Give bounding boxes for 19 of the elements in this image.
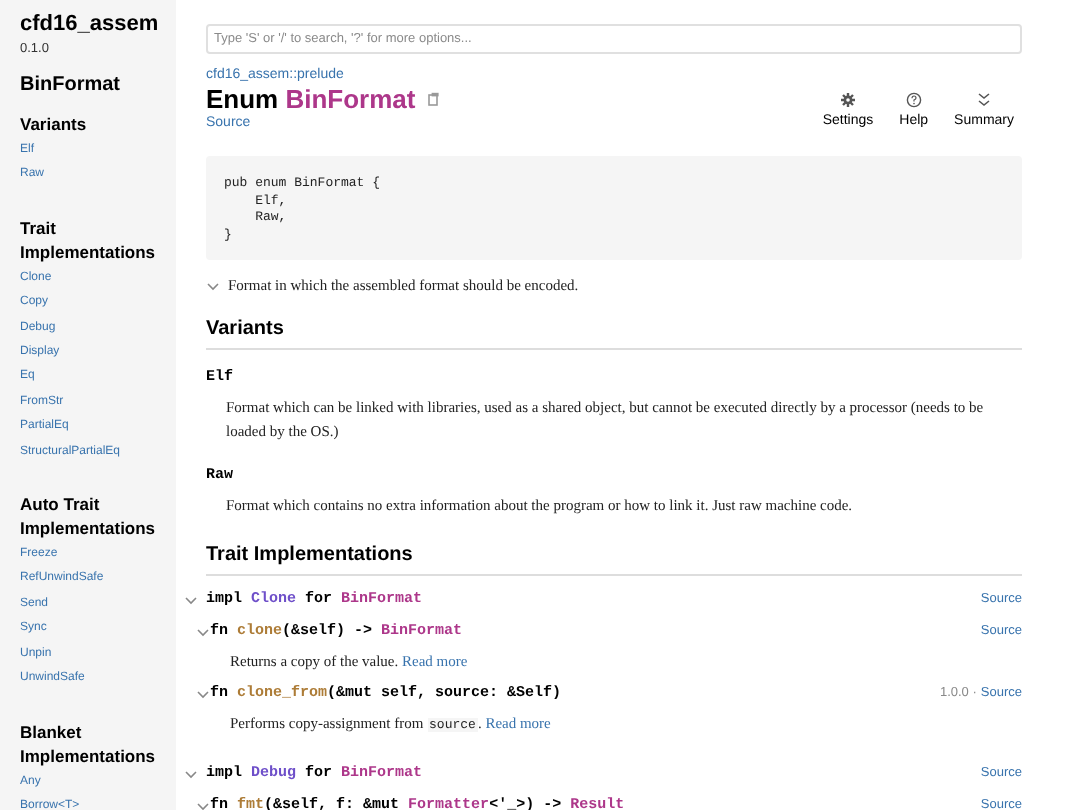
sidebar-heading[interactable]: Auto Trait Implementations <box>20 492 156 541</box>
chevron-down-icon[interactable] <box>196 626 210 638</box>
section-heading: Variants <box>206 316 1022 350</box>
page-title: Enum BinFormat <box>206 84 416 114</box>
copy-icon[interactable] <box>427 92 440 106</box>
double-chevron-icon <box>976 92 993 108</box>
section-heading: Trait Implementations <box>206 542 1022 576</box>
sidebar-heading[interactable]: Blanket Implementations <box>20 719 156 767</box>
help-icon <box>905 92 922 108</box>
chevron-down-icon[interactable] <box>184 594 198 606</box>
sidebar-heading[interactable]: Trait Implementations <box>20 215 156 264</box>
chevron-down-icon[interactable] <box>196 688 210 700</box>
sidebar-heading[interactable]: Variants <box>20 112 156 136</box>
chevron-down-icon[interactable] <box>196 800 210 810</box>
crate-name[interactable]: cfd16_assem <box>20 12 156 38</box>
chevron-down-icon[interactable] <box>184 768 198 780</box>
sidebar-title[interactable]: BinFormat <box>20 72 156 98</box>
gear-icon <box>839 92 856 108</box>
chevron-down-icon[interactable] <box>206 279 220 291</box>
